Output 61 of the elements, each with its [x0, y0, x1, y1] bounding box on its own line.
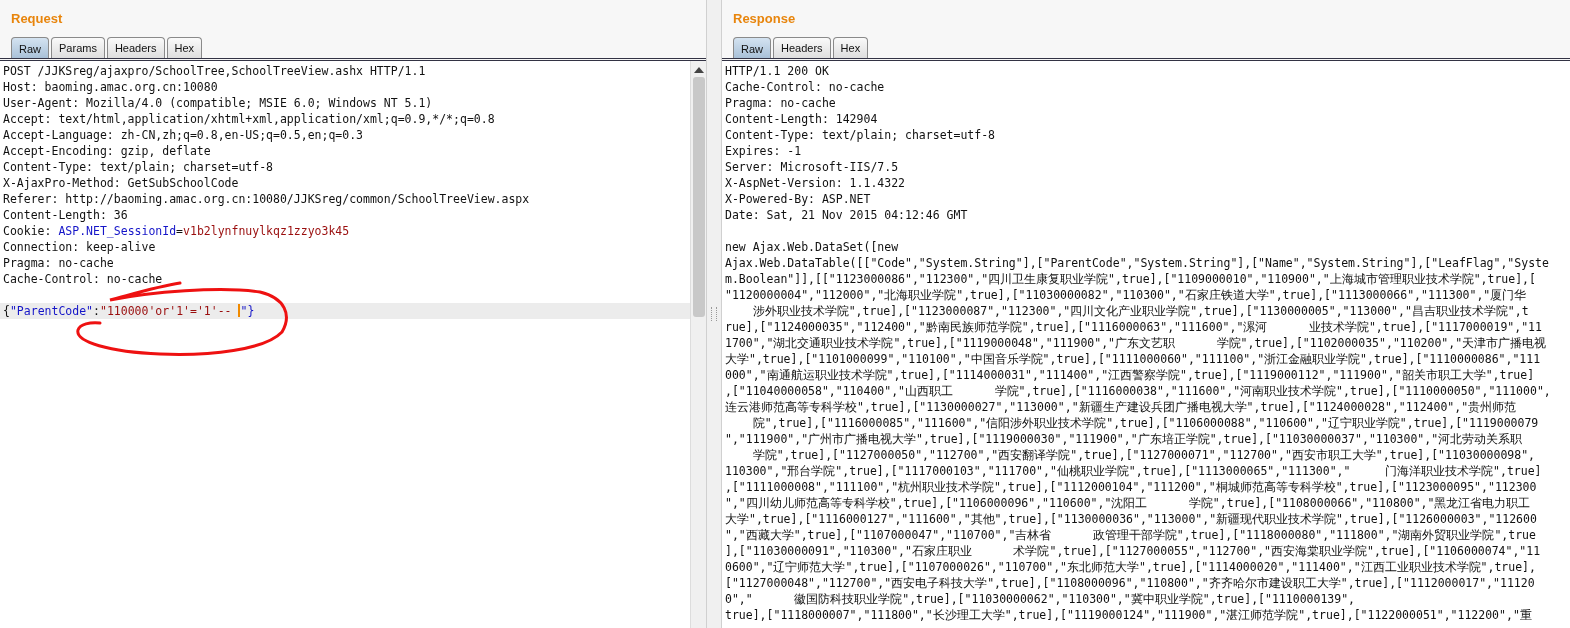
code-line: User-Agent: Mozilla/4.0 (compatible; MSIE 6.0; Windows NT 5.1)	[2, 95, 434, 111]
code-line: ,["1111000008","111100","杭州职业技术学院",true],["1112000104","111200","桐城师范高等专科学校",true],["1123000095","112300	[724, 479, 1538, 495]
code-line: Referer: http://baoming.amac.org.cn:10080/JJKSreg/common/SchoolTreeView.aspx	[2, 191, 531, 207]
code-line: 大学",true],["1116000127","111600","其他",true],["1130000036","113000","新疆现代职业技术学院",true],["1126000003","112600	[724, 511, 1538, 527]
tab[interactable]: Headers	[773, 37, 831, 58]
vertical-scrollbar[interactable]	[690, 61, 706, 628]
code-line: ","西藏大学",true],["1107000047","110700","吉林省 政管理干部学院",true],["1118000080","111800","湖南外贸职业学院",true	[724, 527, 1537, 543]
code-line: ,["11040000058","110400","山西职工 学院",true],["1116000038","111600","河南职业技术学院",true],["1110000050","111000",	[724, 383, 1552, 399]
tab[interactable]: Hex	[832, 37, 869, 58]
code-line: Ajax.Web.DataTable([["Code","System.String"],["ParentCode","System.String"],["Name","System.String"],["LeafFlag","Syste	[724, 255, 1550, 271]
code-line: X-AspNet-Version: 1.1.4322	[724, 175, 906, 191]
code-line: Pragma: no-cache	[2, 255, 115, 271]
code-line: Content-Type: text/plain; charset=utf-8	[724, 127, 997, 143]
code-line: Pragma: no-cache	[724, 95, 837, 111]
tab[interactable]: Headers	[106, 37, 165, 58]
code-line: 0600","辽宁师范大学",true],["1107000026","110700","东北师范大学",true],["1114000020","111400","江西工业职业技术学院",true],	[724, 559, 1537, 575]
code-line: true],["1118000007","111800","长沙理工大学",true],["1119000124","111900","湛江师范学院",true],["1122000051","112200","重	[724, 607, 1533, 623]
code-line: Content-Length: 36	[2, 207, 129, 223]
code-line: 110300","邢台学院",true],["1117000103","111700","仙桃职业学院",true],["1113000065","111300"," 门海洋职业技术学院",true]	[724, 463, 1543, 479]
code-line: "1120000004","112000","北海职业学院",true],["11030000082","110300","石家庄铁道大学",true],["1113000066","111300","厦门华	[724, 287, 1528, 303]
code-line: ["1127000048","112700","西安电子科技大学",true],["1108000096","110800","齐齐哈尔市建设职工大学",true],["1112000017","11120	[724, 575, 1536, 591]
code-line: X-AjaxPro-Method: GetSubSchoolCode	[2, 175, 240, 191]
code-line: 院",true],["1116000085","111600","信阳涉外职业技术学院",true],["1106000088","110600","辽宁职业学院",true],["1119000079	[751, 415, 1540, 431]
splitter-handle[interactable]	[711, 307, 717, 321]
tab[interactable]: Params	[51, 37, 105, 58]
code-line: Content-Type: text/plain; charset=utf-8	[2, 159, 275, 175]
code-line: Accept: text/html,application/xhtml+xml,application/xml;q=0.9,*/*;q=0.8	[2, 111, 496, 127]
code-line: Accept-Language: zh-CN,zh;q=0.8,en-US;q=0.5,en;q=0.3	[2, 127, 365, 143]
code-line: 1700","湖北交通职业技术学院",true],["1119000048","111900","广东文艺职 学院",true],["1102000035","110200","天津市广播电视	[724, 335, 1548, 351]
code-line: Host: baoming.amac.org.cn:10080	[2, 79, 219, 95]
code-line: 0"," 徽国防科技职业学院",true],["11030000062","110300","冀中职业学院",true],["1110000139",	[724, 591, 1357, 607]
code-line: ","111900","广州市广播电视大学",true],["1119000030","111900","广东培正学院",true],["11030000037","110300","河北劳动关系职	[724, 431, 1524, 447]
code-line: 大学",true],["1101000099","110100","中国音乐学院",true],["1111000060","111100","浙江金融职业学院",true],["1110000086","111	[724, 351, 1542, 367]
code-line: ","四川幼儿师范高等专科学校",true],["1106000096","110600","沈阳工 学院",true],["1108000066","110800","黑龙江省电力职工	[724, 495, 1532, 511]
code-line: Content-Length: 142904	[724, 111, 879, 127]
code-line: rue],["1124000035","112400","黔南民族师范学院",true],["1116000063","111600","漯河 业技术学院",true],["1117000019","11	[724, 319, 1543, 335]
code-line: Accept-Encoding: gzip, deflate	[2, 143, 212, 159]
code-line: 学院",true],["1127000050","112700","西安翻译学院",true],["1127000071","112700","西安市职工大学",true],["11030000098",	[751, 447, 1537, 463]
text-cursor	[238, 304, 241, 317]
tab[interactable]: Hex	[166, 37, 203, 58]
code-line: 连云港师范高等专科学校",true],["1130000027","113000","新疆生产建设兵团广播电视大学",true],["1124000028","112400","贵州师范	[724, 399, 1518, 415]
code-line: X-Powered-By: ASP.NET	[724, 191, 872, 207]
code-line: new Ajax.Web.DataSet([new	[724, 239, 900, 255]
code-line: 000","南通航运职业技术学院",true],["1114000031","111400","江西警察学院",true],["1119000112","111900","韶关市职工大学",true]	[724, 367, 1536, 383]
tab[interactable]: Raw	[733, 37, 771, 58]
code-line: 涉外职业技术学院",true],["1123000087","112300","四川文化产业职业学院",true],["1130000005","113000","昌吉职业技术学院",t	[751, 303, 1530, 319]
code-line: Cache-Control: no-cache	[2, 271, 164, 287]
code-line: HTTP/1.1 200 OK	[724, 63, 830, 79]
code-line: Cookie: ASP.NET_SessionId=v1b2lynfnuylkqz1zzyo3k45	[2, 223, 351, 239]
code-line: Cache-Control: no-cache	[724, 79, 886, 95]
code-line: Expires: -1	[724, 143, 803, 159]
code-line: POST /JJKSreg/ajaxpro/SchoolTree,SchoolTreeView.ashx HTTP/1.1	[2, 63, 427, 79]
code-line: m.Boolean"]],[["1123000086","112300","四川卫生康复职业学院",true],["1109000010","110900","上海城市管理职业技术学院",true],[	[724, 271, 1537, 287]
code-line: Connection: keep-alive	[2, 239, 157, 255]
code-line: ],["11030000091","110300","石家庄职业 术学院",true],["1127000055","112700","西安海棠职业学院",true],["1106000074","11	[724, 543, 1542, 559]
text-editor[interactable]	[722, 61, 1570, 628]
code-line: Server: Microsoft-IIS/7.5	[724, 159, 900, 175]
tab[interactable]: Raw	[11, 37, 49, 58]
code-line: Date: Sat, 21 Nov 2015 04:12:46 GMT	[724, 207, 969, 223]
panel-title: Request	[10, 10, 64, 27]
panel-title: Response	[732, 10, 797, 27]
